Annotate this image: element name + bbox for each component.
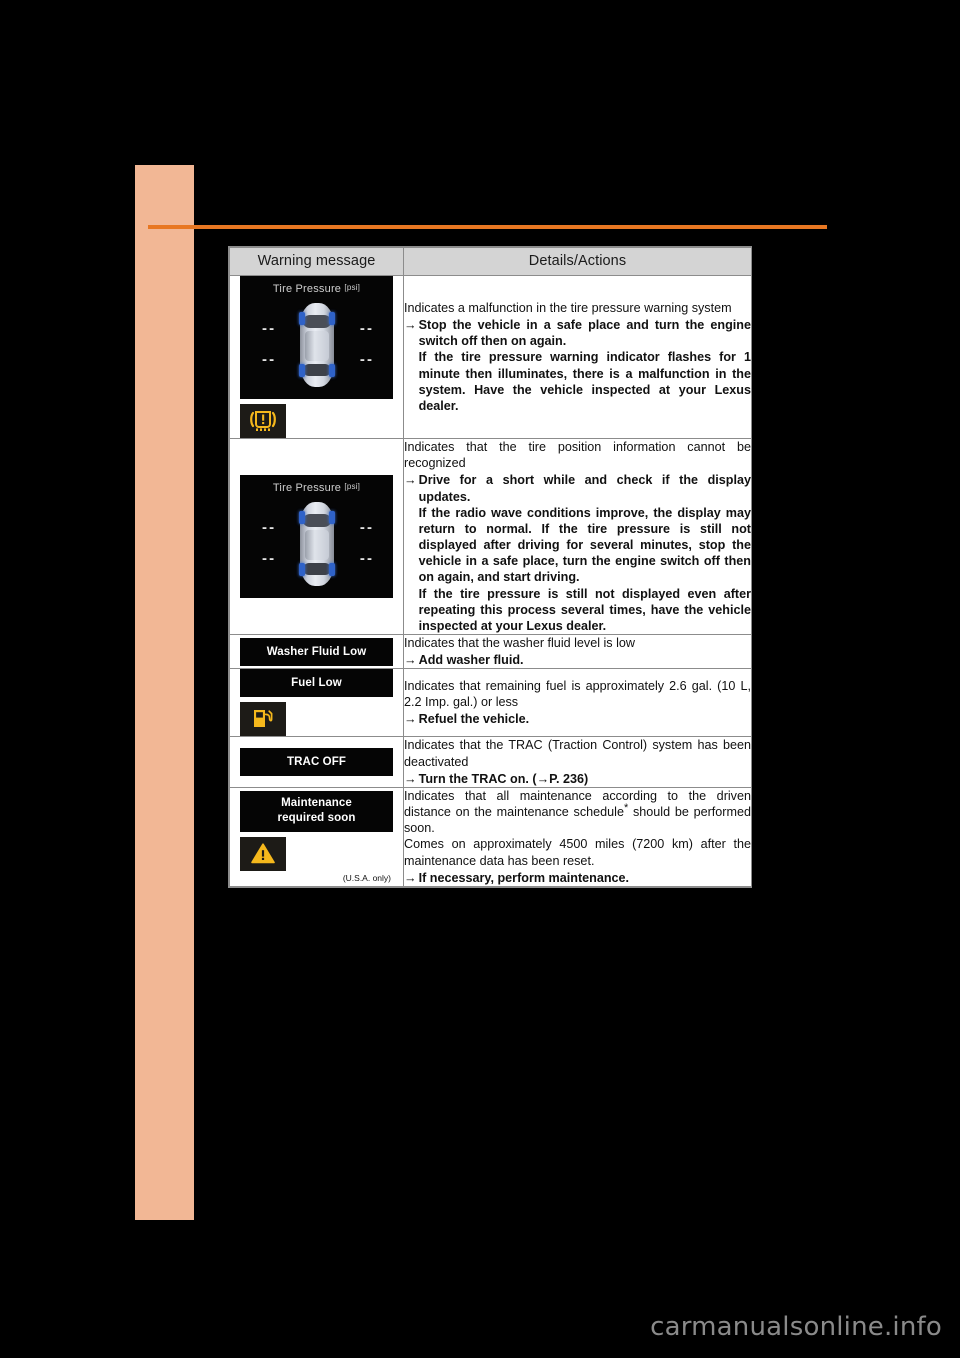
action-bold: Refuel the vehicle. — [418, 712, 530, 727]
chapter-side-tab — [135, 165, 194, 1220]
tire-diagram: - - - - - - - - — [240, 299, 393, 391]
details-actions-cell: Indicates that the TRAC (Traction Contro… — [403, 736, 752, 788]
warning-triangle-icon — [240, 836, 286, 871]
action-bold: Add washer fluid. — [418, 653, 524, 668]
table-row: TRAC OFF Indicates that the TRAC (Tracti… — [229, 736, 752, 788]
details-extra: Comes on approximately 4500 miles (7200 … — [404, 837, 751, 868]
table-row: Tire Pressure [psi] - - - - - - - - Indi… — [229, 437, 752, 636]
display-title-row: Tire Pressure [psi] — [240, 482, 393, 494]
fuel-pump-icon — [240, 702, 286, 737]
manual-page: Warning message Details/Actions Tire Pre… — [0, 0, 960, 1358]
warning-banner: Fuel Low — [240, 669, 393, 698]
table-row: Washer Fluid Low Indicates that the wash… — [229, 634, 752, 670]
tire-value-front-right: - - — [359, 519, 372, 537]
warning-message-cell: Washer Fluid Low — [229, 634, 404, 670]
display-title-row: Tire Pressure [psi] — [240, 283, 393, 295]
tire-diagram: - - - - - - - - — [240, 498, 393, 590]
table-row: Tire Pressure [psi] - - - - - - - - Indi… — [229, 275, 752, 439]
warning-banner: Maintenance required soon — [240, 791, 393, 832]
action-bold: Drive for a short while and check if the… — [418, 473, 751, 504]
warning-banner: TRAC OFF — [240, 748, 393, 777]
region-note: (U.S.A. only) — [342, 872, 391, 883]
details-actions-cell: Indicates that all maintenance according… — [403, 786, 752, 887]
warning-message-cell: Maintenance required soon (U.S.A. only) — [229, 786, 404, 887]
warning-banner-line2: required soon — [277, 812, 356, 825]
multi-information-display: Tire Pressure [psi] - - - - - - - - — [240, 475, 393, 599]
column-header-details-actions: Details/Actions — [403, 247, 752, 276]
details-actions-cell: Indicates a malfunction in the tire pres… — [403, 275, 752, 439]
header-rule — [148, 225, 827, 229]
action-bold: Stop the vehicle in a safe place and tur… — [418, 318, 751, 349]
watermark: carmanualsonline.info — [650, 1312, 942, 1342]
indicator-tile-row — [240, 702, 393, 737]
action-bold: If necessary, perform maintenance. — [418, 870, 630, 885]
details-intro: Indicates that all maintenance according… — [404, 788, 751, 837]
warning-message-cell: Tire Pressure [psi] - - - - - - - - — [229, 275, 404, 439]
details-actions-cell: Indicates that the tire position informa… — [403, 437, 752, 636]
warning-message-table: Warning message Details/Actions Tire Pre… — [228, 246, 752, 888]
action-text: Stop the vehicle in a safe place and tur… — [419, 317, 751, 414]
action-followup-1: If the radio wave conditions improve, th… — [418, 505, 751, 585]
display-unit: [psi] — [344, 283, 361, 292]
table-row: Maintenance required soon (U.S.A. only) … — [229, 786, 752, 887]
tire-value-rear-right: - - — [359, 351, 372, 368]
car-silhouette-icon — [298, 303, 335, 387]
arrow-icon: → — [404, 712, 417, 727]
multi-information-display: Tire Pressure [psi] - - - - - - - - — [240, 276, 393, 399]
details-intro: Indicates a malfunction in the tire pres… — [404, 300, 732, 315]
table-header-row: Warning message Details/Actions — [229, 247, 752, 276]
details-intro: Indicates that the washer fluid level is… — [404, 636, 636, 651]
action-item: → If necessary, perform maintenance. — [404, 870, 751, 886]
display-title: Tire Pressure — [272, 283, 342, 295]
details-actions-cell: Indicates that the washer fluid level is… — [403, 634, 752, 670]
details-intro: Indicates that the TRAC (Traction Contro… — [404, 738, 751, 769]
action-followup-2: If the tire pressure is still not displa… — [418, 586, 751, 633]
warning-banner-line1: Maintenance — [281, 797, 352, 810]
arrow-icon: → — [404, 653, 417, 668]
car-silhouette-icon — [298, 502, 335, 587]
details-actions-cell: Indicates that remaining fuel is approxi… — [403, 668, 752, 738]
action-item: → Stop the vehicle in a safe place and t… — [404, 317, 751, 414]
warning-banner: Washer Fluid Low — [240, 637, 393, 666]
action-item: → Turn the TRAC on. (→P. 236) — [404, 771, 751, 787]
tire-value-front-left: - - — [262, 519, 274, 537]
indicator-tile-row — [240, 404, 393, 438]
column-header-warning-message: Warning message — [229, 247, 404, 276]
action-item: → Refuel the vehicle. — [404, 711, 751, 727]
tire-value-rear-left: - - — [262, 351, 274, 368]
action-item: → Drive for a short while and check if t… — [404, 472, 751, 634]
warning-message-cell: Fuel Low — [229, 668, 404, 738]
action-followup: If the tire pressure warning indicator f… — [418, 350, 751, 413]
warning-message-cell: TRAC OFF — [229, 736, 404, 788]
details-intro: Indicates that the tire position informa… — [404, 440, 751, 471]
arrow-icon: → — [404, 473, 417, 488]
display-unit: [psi] — [344, 482, 361, 492]
tire-value-front-right: - - — [359, 320, 372, 337]
action-text: Drive for a short while and check if the… — [419, 472, 751, 634]
tire-value-front-left: - - — [262, 320, 274, 337]
details-intro: Indicates that remaining fuel is approxi… — [404, 679, 751, 710]
indicator-tile-row — [240, 836, 393, 871]
warning-message-cell: Tire Pressure [psi] - - - - - - - - — [229, 437, 404, 636]
action-item: → Add washer fluid. — [404, 652, 751, 668]
arrow-icon: → — [404, 870, 417, 885]
tire-pressure-warning-icon — [240, 404, 286, 438]
action-bold: Turn the TRAC on. (→P. 236) — [418, 771, 589, 786]
display-title: Tire Pressure — [272, 482, 342, 495]
tire-value-rear-left: - - — [262, 550, 274, 568]
table-row: Fuel Low Indicates that remaining fuel i… — [229, 668, 752, 738]
tire-value-rear-right: - - — [359, 550, 372, 568]
arrow-icon: → — [404, 771, 417, 786]
arrow-icon: → — [404, 318, 417, 333]
